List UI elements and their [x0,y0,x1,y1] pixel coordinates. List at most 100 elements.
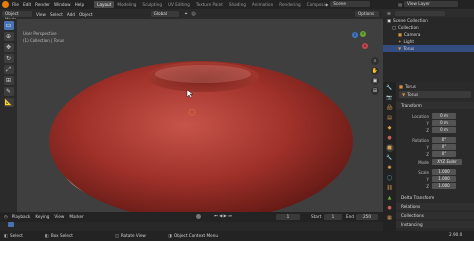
outliner-item[interactable]: ✦ Light [383,38,474,45]
constraints-tab-icon[interactable]: ⛓ [386,184,394,192]
zoom-icon[interactable]: ⌕ [371,57,379,65]
menu-render[interactable]: Render [35,2,50,7]
view-layer-tab-icon[interactable]: ▤ [386,114,394,122]
menu-select[interactable]: Select [50,12,63,17]
mode-selector[interactable]: Object Mode [2,11,32,22]
timeline: ◷ Playback Keying View Marker ⏮ ◀ ▶ ⏭ 1 … [0,212,383,233]
render-tab-icon[interactable]: 📷 [386,94,394,102]
record-icon[interactable] [196,214,201,219]
view-layer-field[interactable]: View Layer [403,1,458,7]
rotation-z-field[interactable]: 0° [432,151,456,157]
tab-modeling[interactable]: Modeling [114,1,139,8]
gizmo-axis-y[interactable]: Y [360,31,366,37]
proportional-edit-icon[interactable]: ◎ [191,11,195,17]
play-controls[interactable]: ⏮ ◀ ▶ ⏭ [214,213,232,218]
panel-transform[interactable]: Transform [396,102,474,109]
pan-icon[interactable]: ✋ [371,67,379,75]
editor-type-icon[interactable]: ◷ [4,214,8,219]
location-x-field[interactable]: 0 m [432,113,456,119]
rotation-mode-dropdown[interactable]: XYZ Euler [432,159,462,165]
start-frame-field[interactable]: 1 [324,213,342,220]
material-tab-icon[interactable]: ● [386,204,394,212]
view-layer-selector[interactable]: ▤ View Layer [398,1,458,7]
object-name-field[interactable]: ▼ Torus [399,91,471,98]
tab-shading[interactable]: Shading [226,1,249,8]
object-properties-icon: ■ [399,83,403,89]
navigation-gizmo[interactable]: Y X Z [345,31,369,55]
menu-file[interactable]: File [12,2,19,7]
select-box-tool-icon[interactable]: ▭ [3,21,14,30]
perspective-toggle-icon[interactable]: ⊞ [371,87,379,95]
location-z-field[interactable]: 0 m [432,127,456,133]
menu-marker[interactable]: Marker [69,214,83,219]
panel-collections[interactable]: Collections [396,212,474,219]
menu-keying[interactable]: Keying [35,214,49,219]
output-tab-icon[interactable]: 🖨 [386,104,394,112]
scale-y-field[interactable]: 1.000 [432,176,456,182]
particles-tab-icon[interactable]: ✺ [386,164,394,172]
data-tab-icon[interactable]: ▲ [386,194,394,202]
rotation-y-field[interactable]: 0° [432,144,456,150]
tab-sculpting[interactable]: Sculpting [139,1,165,8]
transform-tool-icon[interactable]: ⊞ [3,76,14,85]
menu-timeline-view[interactable]: View [54,214,64,219]
current-frame-field[interactable]: 1 [276,213,300,220]
outliner-filter-icon[interactable]: ☰ [387,11,391,16]
cursor-tool-icon[interactable]: ⊕ [3,32,14,41]
annotate-tool-icon[interactable]: ✎ [3,87,14,96]
object-tab-icon[interactable]: ■ [385,144,394,152]
menu-help[interactable]: Help [75,2,85,7]
playhead[interactable] [8,222,14,227]
scene-field[interactable]: Scene [330,1,371,7]
tab-uv-editing[interactable]: UV Editing [165,1,193,8]
panel-relations[interactable]: Relations [396,203,474,210]
menu-playback[interactable]: Playback [12,214,31,219]
object-name: Torus [404,83,416,89]
modifier-tab-icon[interactable]: 🔧 [386,154,394,162]
menu-add[interactable]: Add [67,12,75,17]
status-box-select: Box Select [50,233,73,238]
outliner-item[interactable]: ▢ Collection [383,24,474,31]
status-bar: ◧ Select ◧ Box Select ◫ Rotate View ◨ Ob… [0,231,474,266]
rotation-x-field[interactable]: 0° [432,137,456,143]
properties-editor: ■ Torus ▼ Torus Transform Location 0 m Y… [383,82,474,233]
tab-layout[interactable]: Layout [94,1,115,8]
outliner-item[interactable]: ■ Camera [383,31,474,38]
panel-delta-transform[interactable]: Delta Transform [396,194,474,201]
options-dropdown[interactable]: Options [355,11,379,17]
outliner-search-input[interactable] [394,10,445,16]
texture-tab-icon[interactable]: ▦ [386,214,394,222]
physics-tab-icon[interactable]: ◯ [386,174,394,182]
3d-viewport[interactable]: User Perspective (1) Collection | Torus … [17,19,383,212]
snap-icon[interactable]: ⌖ [185,11,188,17]
scene-selector[interactable]: ◆ Scene [325,1,371,7]
timeline-track[interactable] [0,222,383,231]
gizmo-axis-x[interactable]: X [362,43,368,49]
rotation-z-axis: Z [426,151,429,157]
scale-z-field[interactable]: 1.000 [432,183,456,189]
end-frame-field[interactable]: 250 [356,213,378,220]
panel-instancing[interactable]: Instancing [396,221,474,228]
tab-texture-paint[interactable]: Texture Paint [193,1,226,8]
rotate-tool-icon[interactable]: ↻ [3,54,14,63]
location-y-field[interactable]: 0 m [432,120,456,126]
gizmo-axis-z[interactable]: Z [352,32,358,38]
outliner-scene-collection[interactable]: ▣ Scene Collection [383,17,474,24]
scale-tool-icon[interactable]: ⤢ [3,65,14,74]
outliner-item-selected[interactable]: ▼ Torus [383,45,474,52]
tab-animation[interactable]: Animation [249,1,276,8]
menu-window[interactable]: Window [54,2,71,7]
move-tool-icon[interactable]: ✥ [3,43,14,52]
camera-view-icon[interactable]: ▣ [371,77,379,85]
menu-edit[interactable]: Edit [23,2,31,7]
menu-object[interactable]: Object [79,12,93,17]
scale-x-field[interactable]: 1.000 [432,169,456,175]
menu-view[interactable]: View [36,12,46,17]
scene-tab-icon[interactable]: ◆ [386,124,394,132]
world-tab-icon[interactable]: ● [386,134,394,142]
tool-tab-icon[interactable]: 🔧 [386,84,394,92]
transform-orientation-selector[interactable]: Global [150,11,179,17]
tab-rendering[interactable]: Rendering [276,1,303,8]
measure-tool-icon[interactable]: 📐 [3,98,14,107]
blender-logo-icon[interactable] [2,1,9,8]
